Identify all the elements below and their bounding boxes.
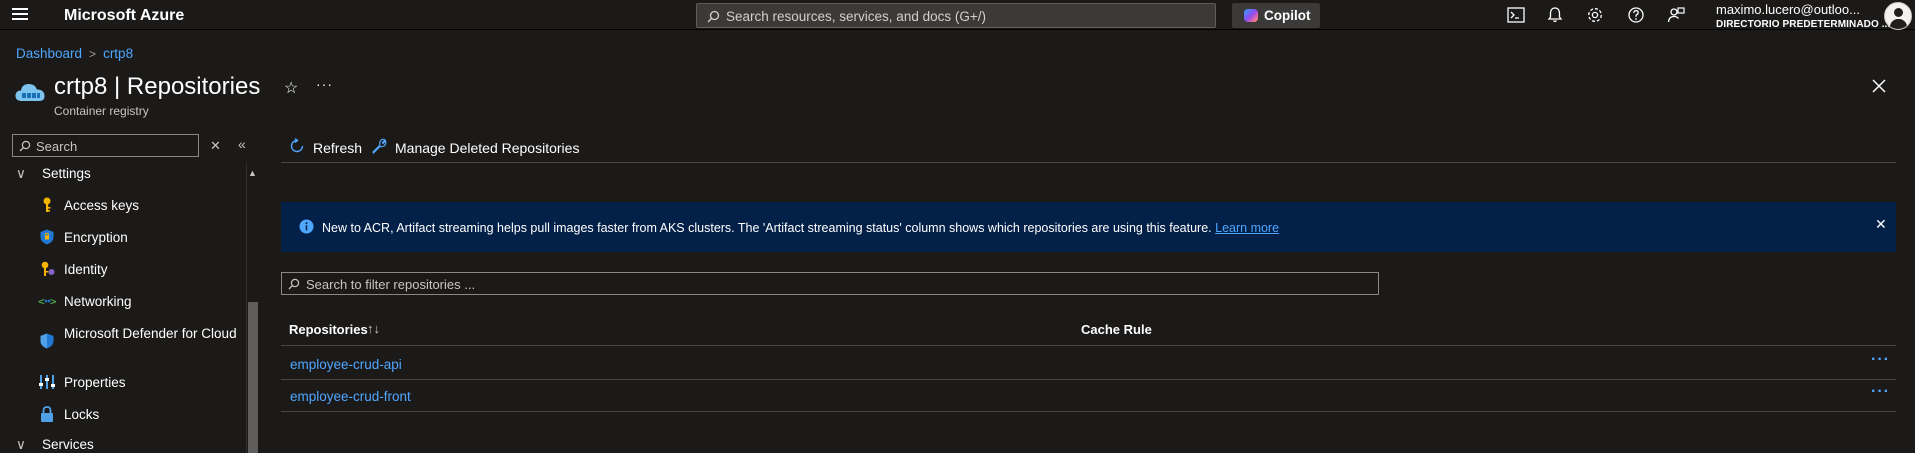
lock-icon (41, 406, 53, 422)
dismiss-banner-icon[interactable]: ✕ (1875, 216, 1887, 233)
account-directory[interactable]: DIRECTORIO PREDETERMINADO ... (1716, 19, 1890, 30)
chevron-down-icon: ∨ (16, 166, 26, 181)
clear-filter-icon[interactable]: ✕ (210, 138, 221, 154)
column-header-cache-rule: Cache Rule (1081, 322, 1152, 337)
scroll-up-arrow-icon[interactable]: ▲ (248, 168, 257, 178)
wrench-icon (372, 138, 387, 155)
info-icon (299, 219, 314, 234)
manage-deleted-label: Manage Deleted Repositories (395, 140, 580, 156)
sidebar-scrollbar-thumb[interactable] (248, 302, 258, 453)
sidebar-search-input[interactable]: Search (12, 134, 199, 157)
sidebar-item-defender[interactable]: Microsoft Defender for Cloud (38, 324, 238, 360)
copilot-button[interactable]: Copilot (1232, 3, 1320, 28)
identity-key-icon (41, 261, 55, 276)
info-banner: New to ACR, Artifact streaming helps pul… (281, 202, 1896, 252)
breadcrumb-crtp8[interactable]: crtp8 (103, 46, 133, 61)
global-search-input[interactable]: Search resources, services, and docs (G+… (696, 3, 1216, 28)
key-icon (43, 197, 51, 212)
command-bar: Refresh Manage Deleted Repositories (281, 133, 1896, 163)
sidebar-search-placeholder: Search (36, 139, 78, 154)
manage-deleted-repositories-button[interactable]: Manage Deleted Repositories (370, 137, 579, 159)
page-title: crtp8 | Repositories (54, 73, 261, 100)
row-more-options-icon[interactable]: ··· (1871, 351, 1890, 369)
sidebar-item-label: Microsoft Defender for Cloud (64, 326, 237, 341)
repository-link[interactable]: employee-crud-front (290, 389, 411, 404)
sort-arrows-icon[interactable]: ↑↓ (367, 321, 380, 336)
cloud-shell-icon[interactable] (1505, 5, 1527, 25)
sidebar-group-label: Services (42, 437, 94, 452)
repository-link[interactable]: employee-crud-api (290, 357, 402, 372)
learn-more-link[interactable]: Learn more (1215, 221, 1279, 235)
breadcrumb: Dashboard > crtp8 (16, 46, 133, 61)
refresh-button[interactable]: Refresh (288, 137, 368, 159)
sidebar-item-identity[interactable]: Identity (38, 260, 238, 280)
banner-message: New to ACR, Artifact streaming helps pul… (322, 221, 1279, 235)
sidebar: ∨ Settings Access keys Encryption Identit… (0, 163, 246, 453)
sidebar-group-services[interactable]: ∨ Services (16, 437, 94, 453)
defender-shield-icon (40, 333, 54, 349)
sidebar-item-label: Access keys (64, 198, 140, 213)
sidebar-item-label: Networking (64, 294, 132, 309)
table-row: employee-crud-front ··· (281, 380, 1896, 412)
sidebar-group-label: Settings (42, 166, 91, 181)
chevron-right-icon: > (89, 47, 97, 61)
refresh-label: Refresh (313, 140, 363, 156)
repository-filter-placeholder: Search to filter repositories ... (306, 277, 476, 292)
shield-icon (40, 229, 54, 245)
close-icon[interactable] (1870, 77, 1888, 95)
networking-icon: < > (38, 295, 56, 308)
properties-icon (39, 375, 55, 389)
row-more-options-icon[interactable]: ··· (1871, 383, 1890, 401)
more-options-icon[interactable]: ··· (316, 76, 333, 92)
global-search-placeholder: Search resources, services, and docs (G+… (726, 9, 986, 24)
collapse-sidebar-icon[interactable]: « (238, 136, 246, 152)
copilot-icon (1244, 9, 1258, 22)
sidebar-item-label: Encryption (64, 230, 128, 245)
breadcrumb-dashboard[interactable]: Dashboard (16, 46, 82, 61)
repository-filter-input[interactable]: Search to filter repositories ... (281, 272, 1379, 295)
table-row: employee-crud-api ··· (281, 348, 1896, 380)
sidebar-item-access-keys[interactable]: Access keys (38, 196, 238, 216)
sidebar-item-label: Locks (64, 407, 100, 422)
settings-gear-icon[interactable] (1584, 5, 1606, 25)
copilot-label: Copilot (1264, 8, 1311, 23)
search-icon (19, 140, 31, 152)
search-icon (707, 10, 720, 23)
svg-text:>: > (50, 295, 56, 308)
sidebar-item-properties[interactable]: Properties (38, 373, 238, 393)
table-header: Repositories ↑↓ Cache Rule (281, 318, 1896, 346)
sidebar-item-locks[interactable]: Locks (38, 405, 238, 425)
notifications-bell-icon[interactable] (1544, 5, 1566, 25)
search-icon (288, 278, 300, 290)
column-header-repositories[interactable]: Repositories (289, 322, 368, 337)
sidebar-group-settings[interactable]: ∨ Settings (16, 166, 91, 182)
container-registry-icon (15, 84, 45, 101)
feedback-icon[interactable] (1665, 5, 1687, 25)
sidebar-item-networking[interactable]: < > Networking (38, 292, 238, 312)
banner-text: New to ACR, Artifact streaming helps pul… (322, 221, 1212, 235)
top-bar: Microsoft Azure Search resources, servic… (0, 0, 1915, 30)
sidebar-item-label: Properties (64, 375, 126, 390)
sidebar-item-encryption[interactable]: Encryption (38, 228, 238, 248)
refresh-icon (290, 137, 304, 153)
avatar[interactable] (1884, 2, 1912, 30)
portal-brand[interactable]: Microsoft Azure (64, 7, 184, 25)
page-subtitle: Container registry (54, 104, 149, 118)
svg-text:<: < (38, 295, 45, 308)
help-icon[interactable] (1625, 5, 1647, 25)
favorite-star-icon[interactable]: ☆ (284, 78, 298, 98)
account-name[interactable]: maximo.lucero@outloo... (1716, 2, 1860, 17)
sidebar-item-label: Identity (64, 262, 108, 277)
hamburger-menu-icon[interactable] (12, 8, 28, 22)
chevron-down-icon: ∨ (16, 437, 26, 452)
